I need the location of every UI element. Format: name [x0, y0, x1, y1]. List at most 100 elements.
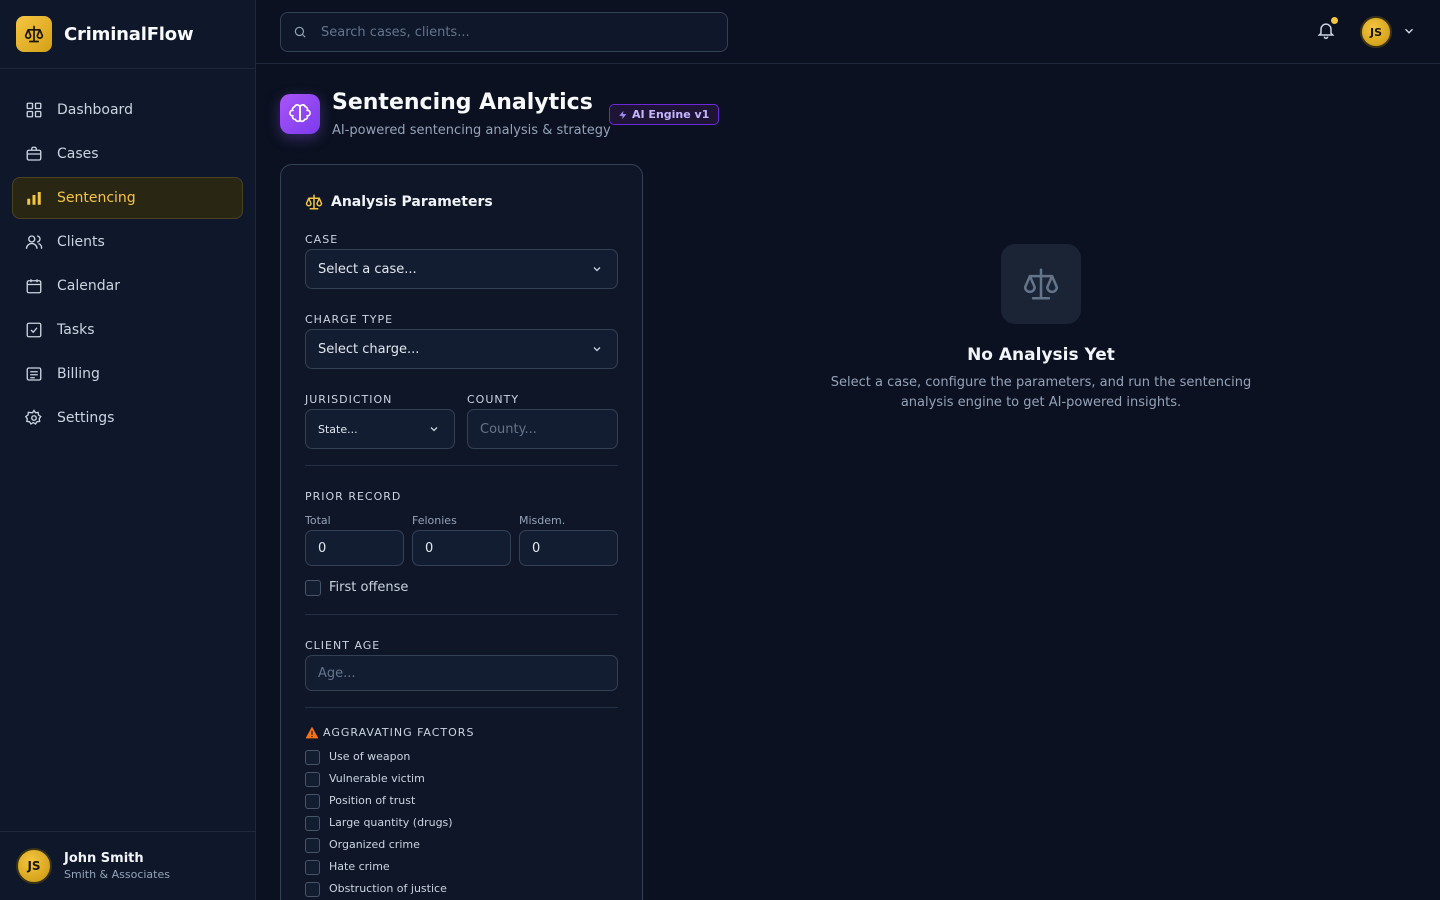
warning-triangle-icon	[305, 726, 319, 739]
notification-dot	[1331, 17, 1338, 24]
user-info: John Smith Smith & Associates	[64, 851, 170, 881]
topbar: JS	[256, 0, 1440, 64]
divider	[305, 707, 618, 708]
analysis-parameters-panel: Analysis Parameters CASE Select a case..…	[280, 164, 643, 900]
scales-logo-icon	[16, 16, 52, 52]
sidebar-item-sentencing[interactable]: Sentencing	[12, 177, 243, 219]
empty-state-text: Select a case, configure the parameters,…	[830, 375, 1252, 410]
factor-label: Vulnerable victim	[329, 772, 425, 785]
factor-row[interactable]: Hate crime	[305, 859, 605, 877]
panel-title: Analysis Parameters	[305, 193, 493, 211]
client-age-label: CLIENT AGE	[305, 639, 381, 652]
ai-engine-badge: AI Engine v1	[609, 104, 720, 125]
factor-label: Position of trust	[329, 794, 416, 807]
sidebar-item-settings[interactable]: Settings	[12, 397, 243, 439]
factor-checkbox[interactable]	[305, 816, 320, 831]
user-name: John Smith	[64, 851, 144, 866]
factor-checkbox[interactable]	[305, 750, 320, 765]
scales-icon	[305, 194, 323, 210]
app-name: CriminalFlow	[64, 23, 194, 45]
sidebar-item-label: Tasks	[57, 322, 95, 338]
sidebar-item-cases[interactable]: Cases	[12, 133, 243, 175]
charge-type-select[interactable]: Select charge...	[305, 329, 618, 369]
sidebar-item-tasks[interactable]: Tasks	[12, 309, 243, 351]
empty-state-title: No Analysis Yet	[967, 345, 1115, 365]
gear-icon	[25, 409, 42, 425]
total-priors-input[interactable]: 0	[305, 530, 404, 566]
factor-label: Obstruction of justice	[329, 882, 447, 895]
case-select[interactable]: Select a case...	[305, 249, 618, 289]
sidebar-item-label: Calendar	[57, 278, 120, 294]
chevron-down-icon	[593, 267, 601, 272]
chevron-down-icon	[430, 427, 438, 432]
factor-label: Organized crime	[329, 838, 420, 851]
receipt-icon	[26, 367, 42, 381]
aggravating-factors-header: AGGRAVATING FACTORS	[305, 726, 474, 739]
divider	[305, 614, 618, 615]
felonies-label: Felonies	[412, 514, 457, 527]
jurisdiction-value: State...	[318, 422, 358, 436]
factor-checkbox[interactable]	[305, 794, 320, 809]
charge-type-label: CHARGE TYPE	[305, 313, 394, 326]
page-title: Sentencing Analytics	[332, 90, 593, 115]
felonies-input[interactable]: 0	[412, 530, 511, 566]
sidebar: CriminalFlow Dashboard Cases Sentencing …	[0, 0, 256, 900]
sidebar-nav: Dashboard Cases Sentencing Clients Calen…	[0, 69, 255, 439]
factor-row[interactable]: Vulnerable victim	[305, 771, 605, 789]
case-label: CASE	[305, 233, 339, 246]
grid-icon	[26, 102, 42, 118]
factor-label: Use of weapon	[329, 750, 411, 763]
brain-icon	[280, 94, 320, 134]
factor-checkbox[interactable]	[305, 860, 320, 875]
sidebar-item-label: Settings	[57, 410, 115, 426]
factor-row[interactable]: Position of trust	[305, 793, 605, 811]
user-profile[interactable]: JS John Smith Smith & Associates	[0, 831, 255, 900]
user-avatar-button[interactable]: JS	[1360, 16, 1392, 48]
panel-title-text: Analysis Parameters	[331, 194, 493, 210]
factor-checkbox[interactable]	[305, 882, 320, 897]
briefcase-icon	[26, 146, 42, 161]
client-age-input[interactable]	[305, 655, 618, 691]
factor-label: Hate crime	[329, 860, 390, 873]
brand[interactable]: CriminalFlow	[0, 0, 255, 69]
sidebar-item-calendar[interactable]: Calendar	[12, 265, 243, 307]
divider	[305, 465, 618, 466]
county-label: COUNTY	[467, 393, 520, 406]
search-box	[280, 12, 728, 52]
scales-icon	[1001, 244, 1081, 324]
factor-checkbox[interactable]	[305, 838, 320, 853]
sidebar-item-label: Billing	[57, 366, 100, 382]
first-offense-checkbox[interactable]	[305, 580, 321, 596]
misdemeanors-label: Misdem.	[519, 514, 566, 527]
sidebar-item-clients[interactable]: Clients	[12, 221, 243, 263]
checkbox-icon	[26, 322, 42, 338]
notifications-button[interactable]	[1316, 17, 1338, 42]
factor-checkbox[interactable]	[305, 772, 320, 787]
search-icon	[294, 26, 306, 38]
county-input[interactable]	[467, 409, 618, 449]
factor-row[interactable]: Use of weapon	[305, 749, 605, 767]
page-header: Sentencing Analytics AI-powered sentenci…	[280, 90, 720, 150]
factor-row[interactable]: Obstruction of justice	[305, 881, 605, 899]
search-input[interactable]	[321, 24, 701, 40]
charge-type-value: Select charge...	[318, 341, 420, 357]
sidebar-item-dashboard[interactable]: Dashboard	[12, 89, 243, 131]
users-icon	[25, 235, 43, 249]
calendar-icon	[26, 279, 42, 294]
prior-record-label: PRIOR RECORD	[305, 490, 402, 503]
sidebar-item-billing[interactable]: Billing	[12, 353, 243, 395]
chevron-down-icon[interactable]	[1402, 24, 1416, 38]
chevron-down-icon	[593, 347, 601, 352]
sidebar-item-label: Clients	[57, 234, 105, 250]
page-subtitle: AI-powered sentencing analysis & strateg…	[332, 123, 611, 138]
factor-row[interactable]: Organized crime	[305, 837, 605, 855]
jurisdiction-select[interactable]: State...	[305, 409, 455, 449]
lightning-icon	[619, 110, 627, 119]
factor-row[interactable]: Large quantity (drugs)	[305, 815, 605, 833]
sidebar-item-label: Dashboard	[57, 102, 133, 118]
user-firm: Smith & Associates	[64, 868, 170, 881]
aggravating-factors-label: AGGRAVATING FACTORS	[323, 726, 475, 739]
misdemeanors-input[interactable]: 0	[519, 530, 618, 566]
case-select-value: Select a case...	[318, 261, 417, 277]
total-label: Total	[305, 514, 331, 527]
